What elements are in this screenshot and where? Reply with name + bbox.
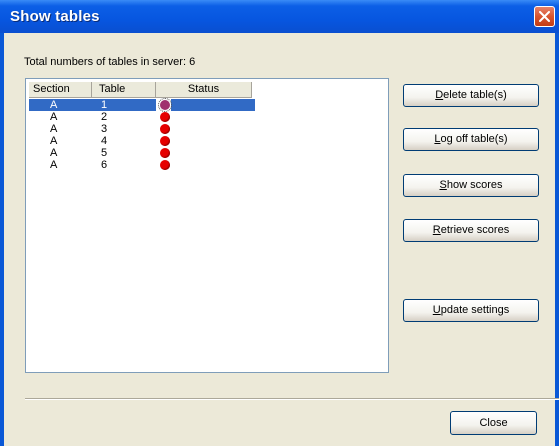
- dialog-window: Show tables Total numbers of tables in s…: [0, 0, 559, 446]
- section-cell: A: [50, 123, 58, 135]
- column-header-section[interactable]: Section: [29, 82, 92, 98]
- table-cell: 1: [101, 99, 108, 111]
- status-dot-icon: [158, 98, 172, 112]
- status-dot-icon: [160, 124, 170, 134]
- table-row[interactable]: A2: [29, 111, 255, 123]
- column-header-table[interactable]: Table: [92, 82, 156, 98]
- close-button[interactable]: Close: [450, 411, 537, 435]
- table-cell: 6: [101, 159, 108, 171]
- title-bar[interactable]: Show tables: [0, 0, 559, 33]
- delete-tables-button[interactable]: Delete table(s): [403, 84, 539, 107]
- selection-highlight: [171, 99, 255, 111]
- column-header-status[interactable]: Status: [156, 82, 252, 98]
- status-dot-icon: [160, 148, 170, 158]
- section-cell: A: [50, 147, 58, 159]
- list-header: Section Table Status: [29, 82, 252, 98]
- table-cell: 2: [101, 111, 108, 123]
- window-title: Show tables: [10, 8, 100, 25]
- status-dot-icon: [160, 112, 170, 122]
- status-dot-icon: [160, 136, 170, 146]
- section-cell: A: [50, 99, 58, 111]
- table-row[interactable]: A1: [29, 98, 255, 112]
- table-row[interactable]: A5: [29, 147, 255, 159]
- table-row[interactable]: A6: [29, 159, 255, 171]
- table-cell: 3: [101, 123, 108, 135]
- table-row[interactable]: A4: [29, 135, 255, 147]
- table-cell: 4: [101, 135, 108, 147]
- divider: [25, 398, 559, 400]
- list-rows: A1A2A3A4A5A6: [29, 98, 255, 171]
- selection-highlight: [29, 99, 156, 111]
- table-row[interactable]: A3: [29, 123, 255, 135]
- section-cell: A: [50, 111, 58, 123]
- total-tables-label: Total numbers of tables in server: 6: [24, 56, 196, 68]
- close-x-icon: [539, 11, 550, 22]
- section-cell: A: [50, 159, 58, 171]
- window-close-button[interactable]: [534, 6, 555, 27]
- table-cell: 5: [101, 147, 108, 159]
- show-scores-button[interactable]: Show scores: [403, 174, 539, 197]
- tables-listview[interactable]: Section Table Status A1A2A3A4A5A6: [25, 78, 389, 373]
- status-dot-icon: [160, 160, 170, 170]
- log-off-tables-button[interactable]: Log off table(s): [403, 128, 539, 151]
- retrieve-scores-button[interactable]: Retrieve scores: [403, 219, 539, 242]
- section-cell: A: [50, 135, 58, 147]
- update-settings-button[interactable]: Update settings: [403, 299, 539, 322]
